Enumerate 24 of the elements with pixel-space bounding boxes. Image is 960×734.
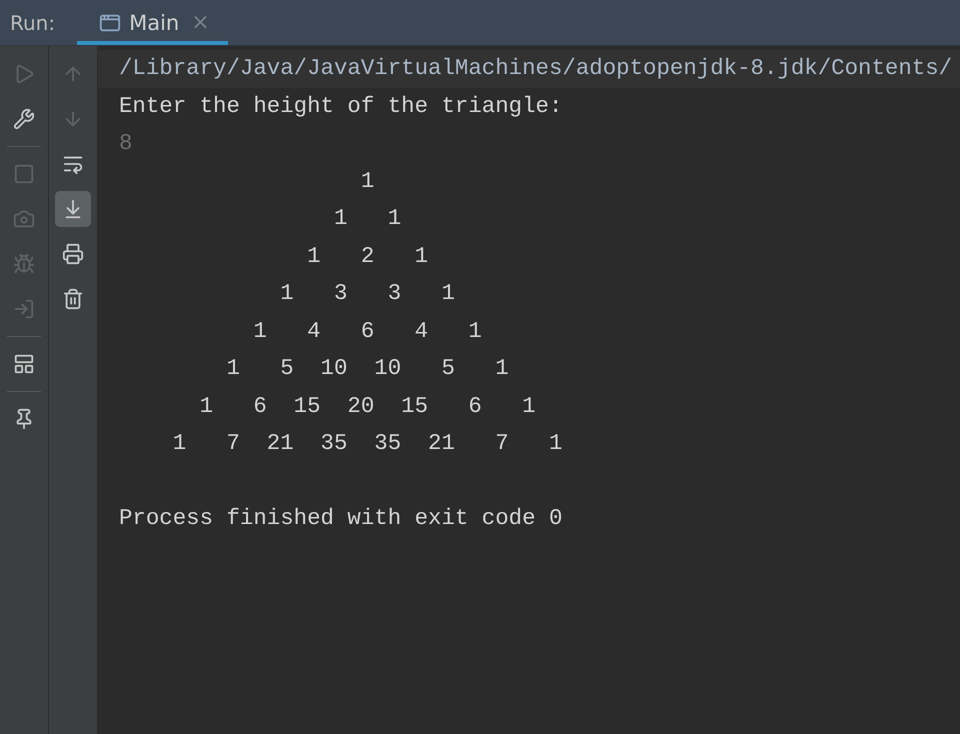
camera-icon [13, 208, 35, 230]
run-label: Run: [9, 10, 56, 36]
console-output: 1 7 21 35 35 21 7 1 [172, 430, 562, 456]
console-output: Enter the height of the triangle: [119, 92, 562, 118]
input-text: 8 [119, 130, 132, 156]
stop-icon [13, 163, 35, 185]
trash-icon [62, 288, 84, 310]
print-icon [62, 243, 84, 265]
console-output: 1 1 [332, 205, 402, 231]
bug-icon [13, 253, 35, 275]
wrench-icon [13, 108, 35, 130]
run-tab[interactable]: Main × [77, 0, 228, 45]
tab-label: Main [129, 10, 180, 34]
console-output: 1 6 15 20 15 6 1 [198, 392, 536, 418]
scroll-to-end-button[interactable] [55, 191, 91, 227]
console-output: 1 [360, 168, 374, 194]
layout-icon [13, 353, 35, 375]
console-output: 1 5 10 10 5 1 [225, 355, 509, 381]
command-line: /Library/Java/JavaVirtualMachines/adoptopenjdk-8.jdk/Contents/ [119, 55, 952, 81]
console-output: 1 2 1 [306, 242, 428, 268]
console-output: Process finished with exit code 0 [119, 505, 562, 531]
console-output: 1 4 6 4 1 [252, 318, 482, 344]
sign-in-icon [13, 298, 35, 320]
console-output: 1 3 3 1 [279, 280, 455, 306]
